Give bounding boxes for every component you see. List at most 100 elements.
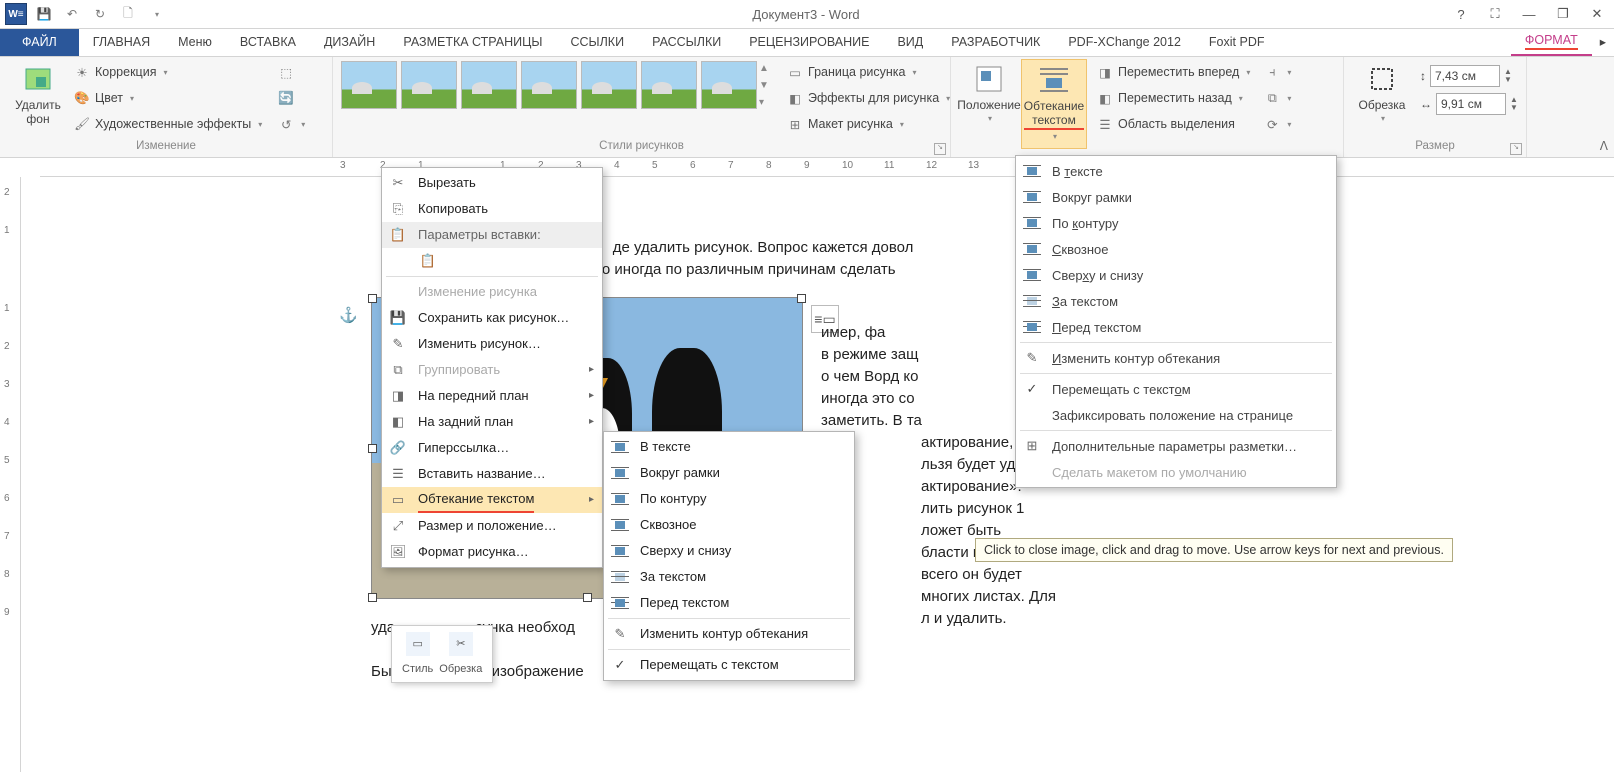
width-input[interactable]: 9,91 см — [1436, 93, 1506, 115]
picture-styles-gallery[interactable]: ▲▼▾ — [339, 59, 775, 111]
picture-layout-button[interactable]: ⊞Макет рисунка▾ — [783, 111, 954, 137]
redo-button[interactable]: ↻ — [88, 3, 112, 25]
tab-menu[interactable]: Меню — [164, 29, 226, 56]
ctx-copy[interactable]: ⎘Копировать — [382, 196, 602, 222]
wrap-top-bottom[interactable]: Сверху и снизу — [604, 538, 854, 564]
rwrap-move-with-text[interactable]: ✓Перемещать с текстом — [1016, 376, 1336, 402]
rwrap-top-bottom[interactable]: Сверху и снизу — [1016, 262, 1336, 288]
minimize-button[interactable]: — — [1512, 0, 1546, 28]
ctx-format-picture[interactable]: 🖼Формат рисунка… — [382, 539, 602, 565]
wrap-front[interactable]: Перед текстом — [604, 590, 854, 616]
style-thumb[interactable] — [521, 61, 577, 109]
tab-foxit[interactable]: Foxit PDF — [1195, 29, 1279, 56]
artistic-effects-button[interactable]: 🖌Художественные эффекты▾ — [70, 111, 266, 137]
rotate-button[interactable]: ⟳▾ — [1260, 111, 1295, 137]
tab-layout[interactable]: РАЗМЕТКА СТРАНИЦЫ — [389, 29, 556, 56]
tab-insert[interactable]: ВСТАВКА — [226, 29, 310, 56]
tab-view[interactable]: ВИД — [883, 29, 937, 56]
style-thumb[interactable] — [401, 61, 457, 109]
picture-effects-button[interactable]: ◧Эффекты для рисунка▾ — [783, 85, 954, 111]
height-spinner[interactable]: ▲▼ — [1504, 68, 1512, 84]
maximize-button[interactable]: ❐ — [1546, 0, 1580, 28]
send-backward-button[interactable]: ◧Переместить назад▾ — [1093, 85, 1254, 111]
style-thumb[interactable] — [701, 61, 757, 109]
tab-review[interactable]: РЕЦЕНЗИРОВАНИЕ — [735, 29, 883, 56]
vertical-ruler[interactable]: 21 12 34 56 78 9 — [0, 177, 21, 772]
reset-picture-button[interactable]: ↺▾ — [274, 111, 309, 137]
ribbon-options-button[interactable]: ⛶ — [1478, 0, 1512, 28]
color-button[interactable]: 🎨Цвет▾ — [70, 85, 266, 111]
compress-picture-button[interactable]: ⬚ — [274, 59, 309, 85]
wrap-inline[interactable]: В тексте — [604, 434, 854, 460]
style-thumb[interactable] — [581, 61, 637, 109]
layout-icon: ⊞ — [787, 116, 803, 132]
size-dialog-launcher[interactable]: ↘ — [1510, 143, 1522, 155]
mini-crop-button[interactable]: ✂Обрезка — [439, 632, 482, 680]
rwrap-more-options[interactable]: ⊞Дополнительные параметры разметки… — [1016, 433, 1336, 459]
ctx-wrap-text[interactable]: ▭Обтекание текстом▸ — [382, 487, 602, 513]
ctx-edit-picture[interactable]: ✎Изменить рисунок… — [382, 331, 602, 357]
corrections-button[interactable]: ☀Коррекция▾ — [70, 59, 266, 85]
tab-format[interactable]: ФОРМАТ — [1511, 27, 1592, 56]
edit-points-icon: ✎ — [610, 624, 630, 644]
gallery-nav[interactable]: ▲▼▾ — [759, 63, 775, 108]
group-objects-button[interactable]: ⧉▾ — [1260, 85, 1295, 111]
bring-forward-button[interactable]: ◨Переместить вперед▾ — [1093, 59, 1254, 85]
ctx-paste-option[interactable]: 📋 — [382, 248, 602, 274]
wrap-square[interactable]: Вокруг рамки — [604, 460, 854, 486]
close-button[interactable]: ✕ — [1580, 0, 1614, 28]
ctx-caption[interactable]: ☰Вставить название… — [382, 461, 602, 487]
rwrap-front[interactable]: Перед текстом — [1016, 314, 1336, 340]
selection-pane-button[interactable]: ☰Область выделения — [1093, 111, 1254, 137]
wrap-behind[interactable]: За текстом — [604, 564, 854, 590]
wrap-move-with-text[interactable]: ✓Перемещать с текстом — [604, 652, 854, 678]
remove-background-button[interactable]: Удалить фон — [6, 59, 70, 130]
crop-button[interactable]: Обрезка▾ — [1350, 59, 1414, 130]
style-thumb[interactable] — [641, 61, 697, 109]
position-button[interactable]: Положение▾ — [957, 59, 1021, 130]
wrap-text-button[interactable]: Обтекание текстом▾ — [1021, 59, 1087, 149]
tab-overflow[interactable]: ▸ — [1592, 29, 1614, 56]
qat-customize-button[interactable]: ▾ — [144, 3, 168, 25]
rwrap-tight[interactable]: По контуру — [1016, 210, 1336, 236]
wrap-through[interactable]: Сквозное — [604, 512, 854, 538]
rwrap-behind[interactable]: За текстом — [1016, 288, 1336, 314]
rwrap-fix-on-page[interactable]: Зафиксировать положение на странице — [1016, 402, 1336, 428]
tab-file[interactable]: ФАЙЛ — [0, 29, 79, 56]
rwrap-through[interactable]: Сквозное — [1016, 236, 1336, 262]
wrap-topbot-icon — [610, 541, 630, 561]
height-input[interactable]: 7,43 см — [1430, 65, 1500, 87]
width-spinner[interactable]: ▲▼ — [1510, 96, 1518, 112]
horizontal-ruler[interactable]: 3 2 1 1 2 3 4 5 6 7 8 9 10 11 12 13 — [40, 158, 1614, 177]
ctx-save-as-picture[interactable]: 💾Сохранить как рисунок… — [382, 305, 602, 331]
align-button[interactable]: ⫞▾ — [1260, 59, 1295, 85]
ctx-cut[interactable]: ✂Вырезать — [382, 170, 602, 196]
wrap-tight[interactable]: По контуру — [604, 486, 854, 512]
mini-style-button[interactable]: ▭Стиль — [402, 632, 433, 680]
tab-home[interactable]: ГЛАВНАЯ — [79, 29, 164, 56]
ctx-send-back[interactable]: ◧На задний план▸ — [382, 409, 602, 435]
save-button[interactable]: 💾 — [32, 3, 56, 25]
style-thumb[interactable] — [341, 61, 397, 109]
tab-pdfxchange[interactable]: PDF-XChange 2012 — [1054, 29, 1195, 56]
rwrap-inline[interactable]: В тексте — [1016, 158, 1336, 184]
word-app-icon[interactable]: W≡ — [4, 3, 28, 25]
picture-border-button[interactable]: ▭Граница рисунка▾ — [783, 59, 954, 85]
help-button[interactable]: ? — [1444, 0, 1478, 28]
tab-references[interactable]: ССЫЛКИ — [556, 29, 638, 56]
styles-dialog-launcher[interactable]: ↘ — [934, 143, 946, 155]
ctx-size-position[interactable]: ⤢Размер и положение… — [382, 513, 602, 539]
wrap-edit-points[interactable]: ✎Изменить контур обтекания — [604, 621, 854, 647]
tab-mailings[interactable]: РАССЫЛКИ — [638, 29, 735, 56]
style-thumb[interactable] — [461, 61, 517, 109]
undo-button[interactable]: ↶ — [60, 3, 84, 25]
new-doc-button[interactable]: 🗋 — [116, 3, 140, 25]
collapse-ribbon-button[interactable]: ᐱ — [1600, 139, 1608, 153]
rwrap-square[interactable]: Вокруг рамки — [1016, 184, 1336, 210]
tab-design[interactable]: ДИЗАЙН — [310, 29, 389, 56]
tab-developer[interactable]: РАЗРАБОТЧИК — [937, 29, 1054, 56]
change-picture-button[interactable]: 🔄 — [274, 85, 309, 111]
rwrap-edit-points[interactable]: ✎Изменить контур обтекания — [1016, 345, 1336, 371]
ctx-hyperlink[interactable]: 🔗Гиперссылка… — [382, 435, 602, 461]
ctx-bring-front[interactable]: ◨На передний план▸ — [382, 383, 602, 409]
